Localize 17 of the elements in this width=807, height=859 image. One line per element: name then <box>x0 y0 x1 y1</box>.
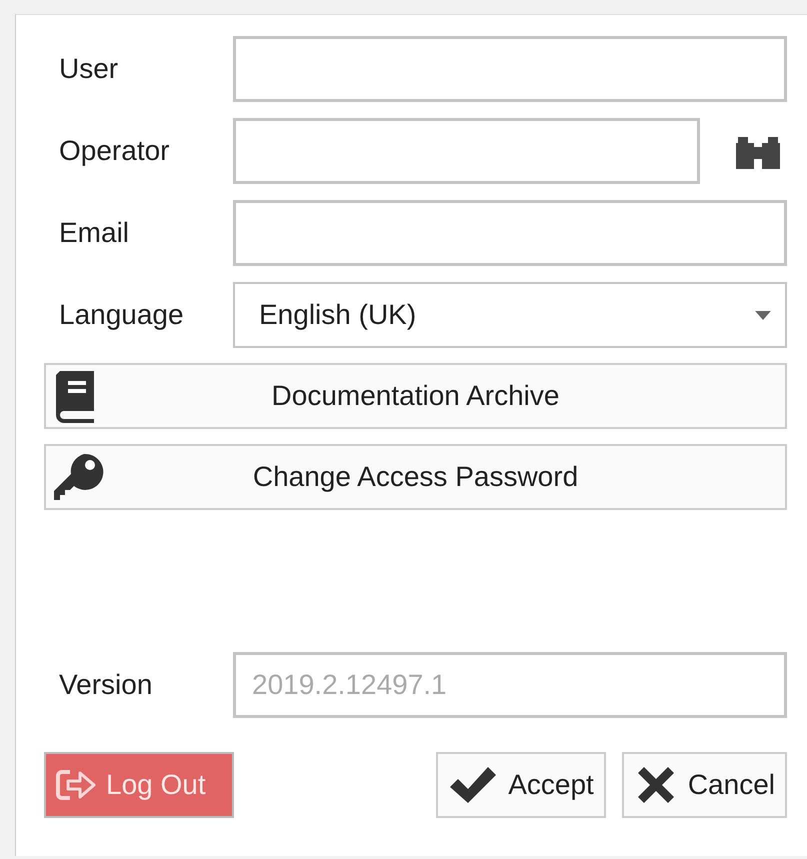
field-label: Email <box>58 217 130 249</box>
accept-button[interactable]: Accept <box>436 752 606 818</box>
field-label: Operator <box>58 135 170 167</box>
field-label: Language <box>58 299 185 331</box>
language-dropdown[interactable]: English (UK) <box>233 282 787 348</box>
logout-icon <box>56 769 96 801</box>
caret-icon <box>755 310 771 320</box>
key-icon <box>54 452 104 502</box>
field-label: Version <box>58 669 154 701</box>
input-field[interactable] <box>233 200 787 266</box>
field-label: User <box>58 53 120 85</box>
input-field[interactable] <box>233 36 787 102</box>
checkmark-icon <box>448 765 498 805</box>
password-button[interactable]: Change Access Password <box>44 444 787 510</box>
operator-field[interactable] <box>233 118 700 184</box>
cancel-button[interactable]: Cancel <box>622 752 787 818</box>
documentation-button[interactable]: Documentation Archive <box>44 363 787 429</box>
